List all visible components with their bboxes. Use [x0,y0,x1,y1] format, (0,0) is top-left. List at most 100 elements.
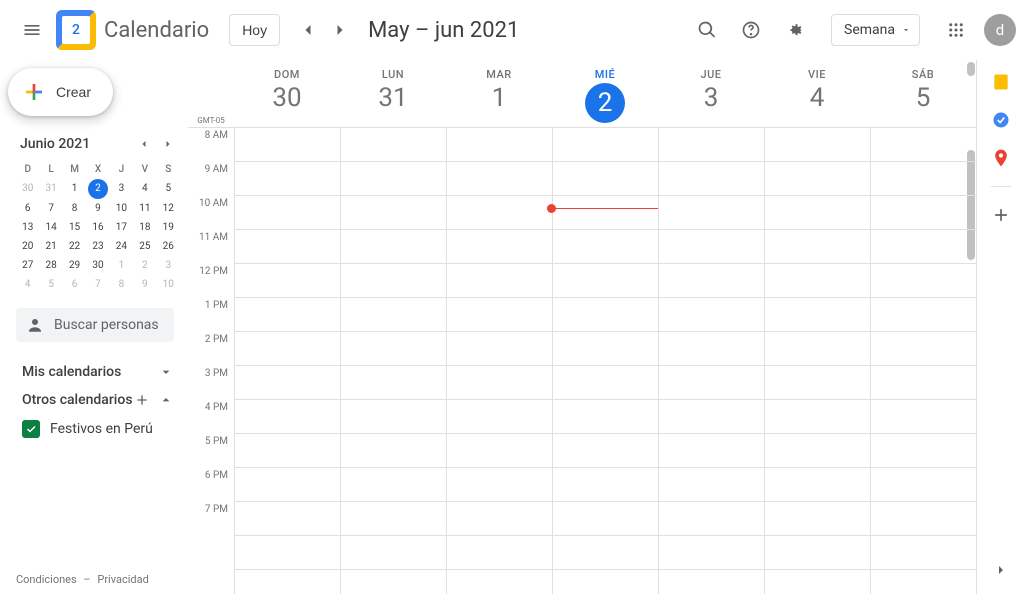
google-apps-button[interactable] [936,10,976,50]
hour-cell[interactable] [765,264,870,298]
hour-cell[interactable] [871,162,976,196]
hour-cell[interactable] [235,298,340,332]
search-people-input[interactable]: Buscar personas [16,308,174,342]
hour-cell[interactable] [447,400,552,434]
hour-cell[interactable] [553,434,658,468]
day-column[interactable] [658,128,764,594]
hour-cell[interactable] [659,332,764,366]
mini-day-cell[interactable]: 7 [39,199,62,218]
hour-cell[interactable] [553,230,658,264]
hour-cell[interactable] [765,128,870,162]
mini-day-cell[interactable]: 26 [157,237,180,256]
mini-day-cell[interactable]: 2 [133,256,156,275]
hour-cell[interactable] [235,162,340,196]
hour-cell[interactable] [235,502,340,536]
hour-cell[interactable] [871,332,976,366]
hour-cell[interactable] [871,128,976,162]
mini-day-cell[interactable]: 1 [110,256,133,275]
plus-icon[interactable] [134,392,150,408]
hour-cell[interactable] [871,570,976,594]
day-header[interactable]: MAR1 [446,60,552,127]
mini-day-cell[interactable]: 4 [16,275,39,294]
day-header[interactable]: JUE3 [658,60,764,127]
hour-cell[interactable] [765,536,870,570]
hour-cell[interactable] [871,400,976,434]
hour-cell[interactable] [553,264,658,298]
mini-day-cell[interactable]: 29 [63,256,86,275]
hour-cell[interactable] [341,400,446,434]
day-column[interactable] [764,128,870,594]
hour-cell[interactable] [765,332,870,366]
hour-cell[interactable] [659,468,764,502]
maps-app-button[interactable] [991,148,1011,168]
mini-day-cell[interactable]: 3 [157,256,180,275]
hour-cell[interactable] [341,298,446,332]
settings-button[interactable] [775,10,815,50]
hour-cell[interactable] [447,230,552,264]
hour-cell[interactable] [765,434,870,468]
day-column[interactable] [870,128,976,594]
hour-cell[interactable] [553,128,658,162]
mini-day-cell[interactable]: 6 [16,199,39,218]
mini-day-cell[interactable]: 31 [39,179,62,199]
hour-cell[interactable] [447,332,552,366]
collapse-side-panel[interactable] [993,562,1009,578]
hour-cell[interactable] [659,230,764,264]
mini-day-cell[interactable]: 30 [16,179,39,199]
view-selector[interactable]: Semana [831,14,920,46]
hour-cell[interactable] [659,400,764,434]
hour-cell[interactable] [447,536,552,570]
hour-cell[interactable] [235,230,340,264]
hour-cell[interactable] [447,502,552,536]
hour-cell[interactable] [553,332,658,366]
privacy-link[interactable]: Privacidad [97,573,148,586]
scroll-up-arrow[interactable] [967,62,975,76]
main-menu-button[interactable] [8,6,56,54]
hour-cell[interactable] [871,264,976,298]
hour-cell[interactable] [341,502,446,536]
hour-cell[interactable] [447,264,552,298]
hour-cell[interactable] [765,162,870,196]
hour-cell[interactable] [235,468,340,502]
hour-cell[interactable] [447,162,552,196]
day-header[interactable]: LUN31 [340,60,446,127]
hour-cell[interactable] [871,468,976,502]
hour-cell[interactable] [553,536,658,570]
hour-cell[interactable] [765,298,870,332]
mini-day-cell[interactable]: 15 [63,218,86,237]
hour-cell[interactable] [235,332,340,366]
hour-cell[interactable] [553,366,658,400]
hour-cell[interactable] [871,230,976,264]
mini-day-cell[interactable]: 5 [39,275,62,294]
mini-day-cell[interactable]: 22 [63,237,86,256]
hour-cell[interactable] [235,434,340,468]
hour-cell[interactable] [235,264,340,298]
week-grid[interactable]: 8 AM9 AM10 AM11 AM12 PM1 PM2 PM3 PM4 PM5… [188,128,976,594]
mini-day-cell[interactable]: 17 [110,218,133,237]
hour-cell[interactable] [765,502,870,536]
hour-cell[interactable] [659,162,764,196]
hour-cell[interactable] [765,468,870,502]
hour-cell[interactable] [765,400,870,434]
hour-cell[interactable] [341,536,446,570]
day-header[interactable]: DOM30 [234,60,340,127]
mini-day-cell[interactable]: 2 [88,179,108,199]
mini-day-cell[interactable]: 9 [133,275,156,294]
next-week-button[interactable] [324,14,356,46]
terms-link[interactable]: Condiciones [16,573,77,586]
my-calendars-section[interactable]: Mis calendarios [8,356,188,384]
prev-week-button[interactable] [292,14,324,46]
mini-day-cell[interactable]: 20 [16,237,39,256]
hour-cell[interactable] [447,128,552,162]
hour-cell[interactable] [659,434,764,468]
hour-cell[interactable] [341,162,446,196]
hour-cell[interactable] [765,196,870,230]
hour-cell[interactable] [659,264,764,298]
add-addon-button[interactable] [991,205,1011,225]
day-header[interactable]: SÁB5 [870,60,976,127]
hour-cell[interactable] [553,196,658,230]
hour-cell[interactable] [659,366,764,400]
hour-cell[interactable] [765,366,870,400]
help-button[interactable] [731,10,771,50]
calendar-checkbox[interactable] [22,420,40,438]
